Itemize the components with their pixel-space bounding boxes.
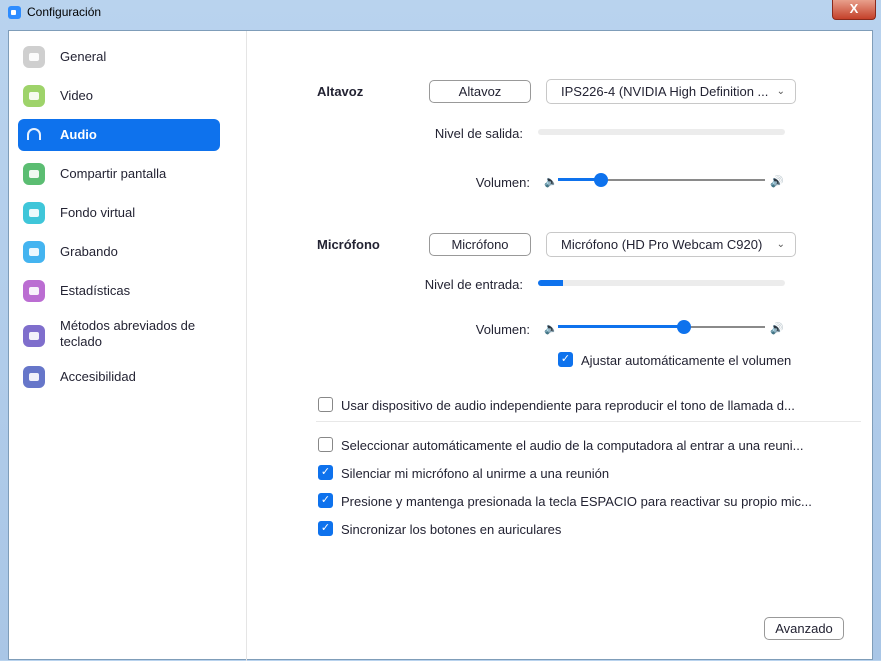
divider [316,421,861,422]
sidebar-item-label: General [60,49,107,64]
input-level-fill [538,280,563,286]
sidebar-item-fondo[interactable]: Fondo virtual [18,197,220,229]
speaker-device-value: IPS226-4 (NVIDIA High Definition ... [561,84,769,99]
sidebar-item-compartir[interactable]: Compartir pantalla [18,158,220,190]
sidebar: General Video Audio Compartir pantalla Fondo… [9,31,247,661]
sidebar-item-general[interactable]: General [18,41,220,73]
speaker-device-select[interactable]: IPS226-4 (NVIDIA High Definition ... ⌄ [546,79,796,104]
mic-volume-slider[interactable] [558,319,765,335]
chevron-down-icon: ⌄ [776,86,785,97]
input-level-meter [538,280,785,286]
input-level-label: Nivel de entrada: [424,277,523,292]
video-camera-icon [23,85,45,107]
auto-adjust-volume-checkbox[interactable]: ✓ [558,352,573,367]
sidebar-item-audio[interactable]: Audio [18,119,220,151]
test-mic-button[interactable]: Micrófono [429,233,531,256]
settings-window: General Video Audio Compartir pantalla Fondo… [8,30,873,661]
sidebar-item-accesibilidad[interactable]: Accesibilidad [18,361,220,393]
chevron-down-icon: ⌄ [776,239,785,250]
sidebar-item-label: Estadísticas [60,283,131,298]
slider-fill [558,325,685,328]
option-label: Seleccionar automáticamente el audio de … [341,438,804,453]
close-button[interactable]: X [832,0,876,20]
option-checkbox[interactable]: ✓ [318,465,333,480]
window-title: Configuración [27,5,102,19]
mic-device-select[interactable]: Micrófono (HD Pro Webcam C920) ⌄ [546,232,796,257]
speaker-volume-slider[interactable] [558,172,765,188]
option-label: Sincronizar los botones en auriculares [341,522,562,537]
output-level-label: Nivel de salida: [434,126,523,141]
option-label: Usar dispositivo de audio independiente … [341,398,795,413]
sidebar-item-label: Fondo virtual [60,205,136,220]
accessibility-icon [23,366,45,388]
option-label: Silenciar mi micrófono al unirme a una r… [341,466,610,481]
mic-device-value: Micrófono (HD Pro Webcam C920) [561,237,763,252]
sidebar-item-metodos[interactable]: Métodos abreviados de teclado [18,314,220,358]
option-checkbox[interactable] [318,437,333,452]
sidebar-item-estadisticas[interactable]: Estadísticas [18,275,220,307]
sidebar-item-label: Grabando [60,244,118,259]
option-checkbox[interactable] [318,397,333,412]
sidebar-item-label: Compartir pantalla [60,166,167,181]
option-checkbox[interactable]: ✓ [318,521,333,536]
sidebar-item-label: Métodos abreviados de teclado [60,318,196,349]
sidebar-item-label: Video [60,88,94,103]
mic-low-icon: 🔈 [544,323,558,335]
option-label: Presione y mantenga presionada la tecla … [341,494,812,509]
statistics-icon [23,280,45,302]
sidebar-item-video[interactable]: Video [18,80,220,112]
mic-high-icon: 🔊 [770,323,784,335]
slider-knob[interactable] [594,173,609,187]
keyboard-icon [23,325,45,347]
auto-adjust-volume-label: Ajustar automáticamente el volumen [581,353,792,368]
slider-knob[interactable] [677,320,692,334]
headphones-icon [23,124,45,146]
gear-icon [23,46,45,68]
sidebar-item-label: Accesibilidad [60,369,136,384]
option-checkbox[interactable]: ✓ [318,493,333,508]
mic-volume-label: Volumen: [475,322,530,337]
zoom-app-icon [8,6,21,19]
microphone-heading: Micrófono [317,237,380,252]
sidebar-item-grabando[interactable]: Grabando [18,236,220,268]
test-speaker-button[interactable]: Altavoz [429,80,531,103]
speaker-high-icon: 🔊 [770,176,784,188]
virtual-background-icon [23,202,45,224]
record-icon [23,241,45,263]
advanced-button[interactable]: Avanzado [764,617,844,640]
speaker-volume-label: Volumen: [475,175,530,190]
speaker-heading: Altavoz [317,84,364,99]
speaker-low-icon: 🔈 [544,176,558,188]
output-level-meter [538,129,785,135]
share-screen-icon [23,163,45,185]
title-bar: Configuración X [0,0,881,30]
sidebar-item-label: Audio [60,127,97,142]
